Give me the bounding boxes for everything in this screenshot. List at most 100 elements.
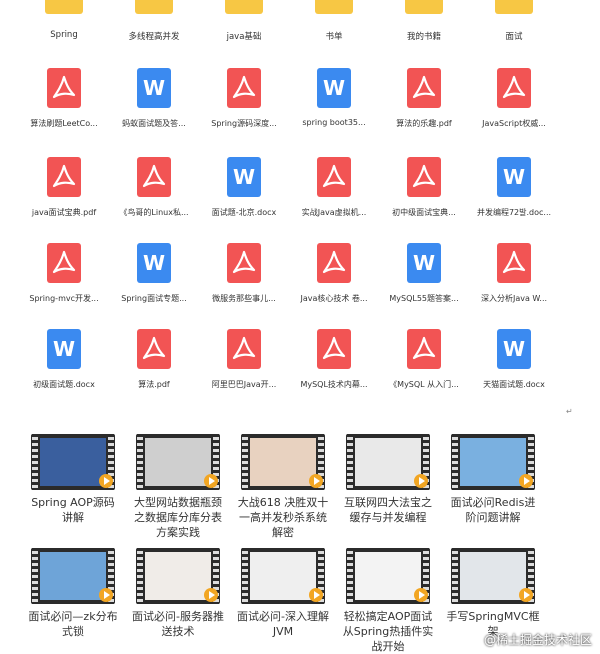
file-item[interactable]: Spring-mvc开发... <box>22 243 106 304</box>
folder-item[interactable]: 面试 <box>472 0 556 42</box>
video-item[interactable]: 面试必问-深入理解JVM <box>236 548 330 639</box>
video-item[interactable]: 面试必问-服务器推送技术 <box>131 548 225 639</box>
video-file-icon <box>136 434 220 490</box>
file-item[interactable]: java面试宝典.pdf <box>22 157 106 218</box>
file-item[interactable]: 实战Java虚拟机... <box>292 157 376 218</box>
video-label: 轻松搞定AOP面试从Spring热插件实战开始 <box>342 610 434 653</box>
play-icon <box>414 474 428 488</box>
folder-icon <box>135 0 173 14</box>
word-file-icon: W <box>497 157 531 197</box>
video-file-icon <box>241 434 325 490</box>
video-item[interactable]: 面试必问—zk分布式锁 <box>26 548 120 639</box>
video-label: 大战618 决胜双十一高并发秒杀系统解密 <box>237 496 329 539</box>
file-label: MySQL55题答案... <box>389 294 459 303</box>
pdf-file-icon <box>47 157 81 197</box>
file-item[interactable]: 《MySQL 从入门... <box>382 329 466 390</box>
word-file-icon: W <box>47 329 81 369</box>
video-item[interactable]: 大型网站数据瓶颈之数据库分库分表方案实践 <box>131 434 225 540</box>
folder-item[interactable]: 我的书籍 <box>382 0 466 42</box>
file-item[interactable]: Spring源码深度... <box>202 68 286 129</box>
video-label: Spring AOP源码讲解 <box>31 496 115 524</box>
file-item[interactable]: 《鸟哥的Linux私... <box>112 157 196 218</box>
file-label: spring boot35... <box>302 118 366 127</box>
pdf-file-icon <box>317 157 351 197</box>
video-file-icon <box>346 434 430 490</box>
file-item[interactable]: JavaScript权威... <box>472 68 556 129</box>
video-item[interactable]: 面试必问Redis进阶问题讲解 <box>446 434 540 525</box>
video-item[interactable]: 手写SpringMVC框架 <box>446 548 540 639</box>
folder-label: 面试 <box>505 32 523 42</box>
video-label: 大型网站数据瓶颈之数据库分库分表方案实践 <box>134 496 222 539</box>
file-label: 天猫面试题.docx <box>483 380 545 389</box>
folder-label: 书单 <box>325 32 343 42</box>
file-label: 面试题-北京.docx <box>211 208 277 217</box>
file-item[interactable]: W 面试题-北京.docx <box>202 157 286 218</box>
pdf-file-icon <box>137 329 171 369</box>
file-item[interactable]: 初中级面试宝典... <box>382 157 466 218</box>
pdf-file-icon <box>497 68 531 108</box>
file-label: 并发编程72발.doc... <box>476 208 552 217</box>
pdf-file-icon <box>137 157 171 197</box>
file-item[interactable]: W 初级面试题.docx <box>22 329 106 390</box>
file-item[interactable]: W 并发编程72발.doc... <box>472 157 556 218</box>
file-item[interactable]: 微服务那些事儿... <box>202 243 286 304</box>
file-label: 算法刷题LeetCo... <box>30 119 98 128</box>
file-label: 实战Java虚拟机... <box>301 208 367 217</box>
file-item[interactable]: W 蚂蚁面试题及答... <box>112 68 196 129</box>
word-file-icon: W <box>407 243 441 283</box>
folder-icon <box>225 0 263 14</box>
pdf-file-icon <box>227 243 261 283</box>
video-item[interactable]: 互联网四大法宝之缓存与并发编程 <box>341 434 435 525</box>
video-item[interactable]: 大战618 决胜双十一高并发秒杀系统解密 <box>236 434 330 540</box>
file-item[interactable]: 深入分析Java W... <box>472 243 556 304</box>
file-item[interactable]: 算法.pdf <box>112 329 196 390</box>
file-item[interactable]: 算法的乐趣.pdf <box>382 68 466 129</box>
pdf-file-icon <box>407 157 441 197</box>
folder-item[interactable]: 多线程高并发 <box>112 0 196 42</box>
file-label: 蚂蚁面试题及答... <box>122 119 186 128</box>
video-label: 面试必问Redis进阶问题讲解 <box>450 496 536 524</box>
video-item[interactable]: 轻松搞定AOP面试从Spring热插件实战开始 <box>341 548 435 654</box>
folder-label: java基础 <box>226 32 262 42</box>
play-icon <box>204 588 218 602</box>
file-label: Spring面试专题... <box>121 294 187 303</box>
video-item[interactable]: Spring AOP源码讲解 <box>26 434 120 525</box>
watermark: @稀土掘金技术社区 <box>483 633 592 647</box>
folder-icon <box>405 0 443 14</box>
folder-label: 我的书籍 <box>406 32 441 42</box>
file-item[interactable]: Java核心技术 卷... <box>292 243 376 304</box>
pdf-file-icon <box>47 243 81 283</box>
video-file-icon <box>31 548 115 604</box>
pdf-file-icon <box>317 329 351 369</box>
folder-item[interactable]: Spring <box>22 0 106 40</box>
video-label: 面试必问—zk分布式锁 <box>28 610 118 638</box>
word-file-icon: W <box>137 68 171 108</box>
file-item[interactable]: W 天猫面试题.docx <box>472 329 556 390</box>
play-icon <box>414 588 428 602</box>
file-item[interactable]: W Spring面试专题... <box>112 243 196 304</box>
file-item[interactable]: W MySQL55题答案... <box>382 243 466 304</box>
file-item[interactable]: MySQL技术内幕... <box>292 329 376 390</box>
pdf-file-icon <box>227 68 261 108</box>
pdf-file-icon <box>407 329 441 369</box>
file-item[interactable]: 阿里巴巴Java开... <box>202 329 286 390</box>
video-file-icon <box>451 548 535 604</box>
play-icon <box>519 474 533 488</box>
play-icon <box>309 474 323 488</box>
file-item[interactable]: 算法刷题LeetCo... <box>22 68 106 129</box>
file-label: JavaScript权威... <box>482 119 546 128</box>
play-icon <box>309 588 323 602</box>
file-label: java面试宝典.pdf <box>31 208 97 217</box>
folder-label: 多线程高并发 <box>128 32 180 42</box>
folder-item[interactable]: 书单 <box>292 0 376 42</box>
play-icon <box>204 474 218 488</box>
pdf-file-icon <box>227 329 261 369</box>
file-label: 《MySQL 从入门... <box>389 380 459 389</box>
folder-item[interactable]: java基础 <box>202 0 286 42</box>
folder-icon <box>495 0 533 14</box>
video-label: 互联网四大法宝之缓存与并发编程 <box>344 496 432 524</box>
file-item[interactable]: Wspring boot35... <box>292 68 376 127</box>
folder-icon <box>315 0 353 14</box>
video-file-icon <box>31 434 115 490</box>
word-file-icon: W <box>137 243 171 283</box>
